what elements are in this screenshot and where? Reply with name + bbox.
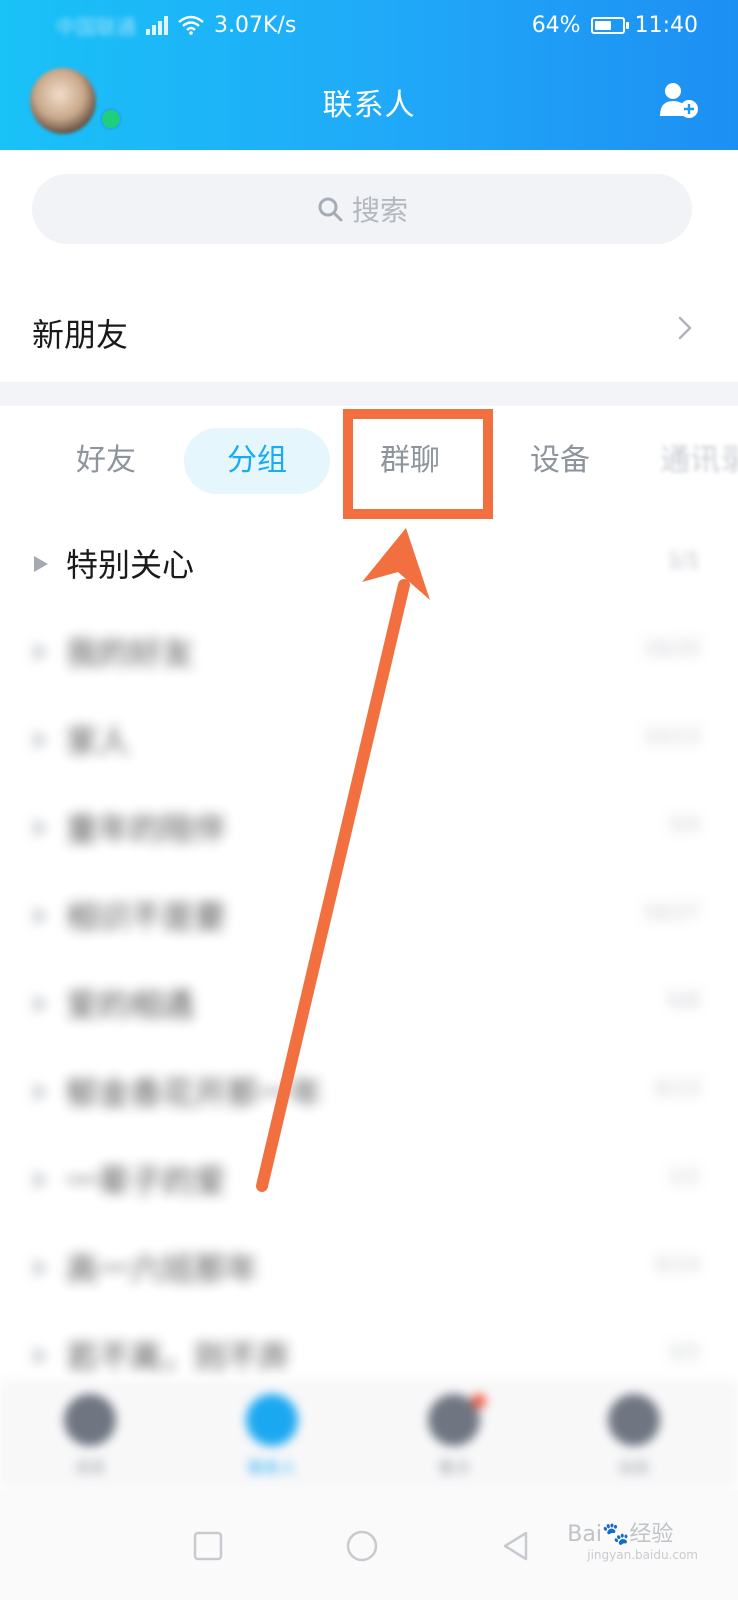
bottom-tab-bar: 消息 联系人 看点 动态	[0, 1380, 738, 1490]
expand-triangle-icon	[34, 644, 48, 660]
group-count: 8/13	[655, 1076, 700, 1100]
watermark-suffix: 经验	[629, 1522, 674, 1547]
search-icon	[318, 197, 343, 222]
star-icon	[608, 1394, 660, 1446]
section-divider	[0, 382, 738, 406]
battery-icon	[590, 16, 629, 34]
list-item[interactable]: 爱的相遇 6/8	[0, 960, 738, 1048]
group-count: 16/27	[642, 900, 700, 924]
list-item[interactable]: 童年的陪伴 3/4	[0, 784, 738, 872]
expand-triangle-icon	[34, 820, 48, 836]
back-button[interactable]	[498, 1528, 534, 1564]
expand-triangle-icon	[34, 1172, 48, 1188]
expand-triangle-icon	[34, 1260, 48, 1276]
new-friends-label: 新朋友	[32, 316, 129, 354]
group-count: 6/14	[655, 1252, 700, 1276]
message-icon	[64, 1394, 116, 1446]
group-name: 一辈子的爱	[66, 1162, 227, 1200]
expand-triangle-icon	[34, 556, 48, 572]
group-name: 我的好友	[66, 634, 195, 672]
group-name: 若不离，则不弃	[66, 1338, 291, 1376]
bottom-tab-discover[interactable]: 看点	[404, 1394, 504, 1478]
group-count: 3/5	[667, 1340, 700, 1364]
expand-triangle-icon	[34, 1348, 48, 1364]
carrier-label: 中国联通	[56, 14, 136, 39]
clock: 11:40	[634, 12, 698, 38]
annotation-highlight-box	[343, 409, 493, 519]
group-name: 童年的陪伴	[66, 810, 227, 848]
list-item[interactable]: 一辈子的爱 1/2	[0, 1136, 738, 1224]
chevron-right-icon	[678, 316, 692, 340]
expand-triangle-icon	[34, 1084, 48, 1100]
group-count: 1/2	[667, 1164, 700, 1188]
watermark-url: jingyan.baidu.com	[587, 1548, 698, 1562]
home-button[interactable]	[344, 1528, 380, 1564]
group-count: 18/20	[642, 636, 700, 660]
tab-devices[interactable]: 设备	[502, 428, 618, 494]
wifi-icon	[178, 15, 204, 35]
battery-percent: 64%	[531, 12, 581, 38]
tab-friends[interactable]: 好友	[48, 428, 164, 494]
new-friends-row[interactable]: 新朋友	[0, 290, 738, 370]
group-name: 爱的相遇	[66, 986, 195, 1024]
watermark: Bai🐾经验 jingyan.baidu.com	[567, 1516, 698, 1562]
paw-icon: 🐾	[601, 1522, 630, 1547]
notification-badge	[472, 1394, 486, 1408]
search-placeholder: 搜索	[351, 194, 408, 227]
bottom-tab-messages[interactable]: 消息	[40, 1394, 140, 1478]
group-name: 相识不是要	[66, 898, 227, 936]
contacts-icon	[246, 1394, 298, 1446]
expand-triangle-icon	[34, 908, 48, 924]
bottom-tab-label: 消息	[73, 1458, 106, 1477]
watermark-brand: Bai	[567, 1522, 602, 1547]
app-header: 中国联通 3.07K/s 64% 11:40 联系人	[0, 0, 738, 150]
group-count: 10/13	[642, 724, 700, 748]
network-speed: 3.07K/s	[214, 12, 297, 38]
list-item[interactable]: 郁金香花开那一年 8/13	[0, 1048, 738, 1136]
recents-button[interactable]	[190, 1528, 226, 1564]
group-name: 家人	[66, 722, 131, 760]
bottom-tab-contacts[interactable]: 联系人	[222, 1394, 322, 1478]
expand-triangle-icon	[34, 996, 48, 1012]
expand-triangle-icon	[34, 732, 48, 748]
group-count: 3/4	[667, 812, 700, 836]
group-count: 6/8	[667, 988, 700, 1012]
bottom-tab-label: 动态	[617, 1458, 650, 1477]
list-item[interactable]: 我的好友 18/20	[0, 608, 738, 696]
group-name: 高一六班那年	[66, 1250, 259, 1288]
list-item[interactable]: 特别关心 1/1	[0, 520, 738, 608]
status-bar-left: 中国联通 3.07K/s	[56, 10, 296, 40]
tab-address-book[interactable]: 通讯录	[660, 428, 738, 494]
list-item[interactable]: 家人 10/13	[0, 696, 738, 784]
add-contact-icon[interactable]	[658, 80, 700, 120]
bottom-tab-label: 联系人	[247, 1458, 296, 1477]
page-title: 联系人	[322, 88, 416, 123]
group-count: 1/1	[667, 548, 700, 572]
group-name: 特别关心	[66, 546, 195, 584]
list-item[interactable]: 高一六班那年 6/14	[0, 1224, 738, 1312]
bottom-tab-label: 看点	[437, 1458, 470, 1477]
list-item[interactable]: 相识不是要 16/27	[0, 872, 738, 960]
group-name: 郁金香花开那一年	[66, 1074, 323, 1112]
signal-icon	[146, 15, 168, 35]
status-bar-right: 64% 11:40	[532, 10, 698, 40]
bottom-tab-feed[interactable]: 动态	[584, 1394, 684, 1478]
search-input[interactable]: 搜索	[32, 174, 692, 244]
tab-groups[interactable]: 分组	[184, 428, 330, 494]
